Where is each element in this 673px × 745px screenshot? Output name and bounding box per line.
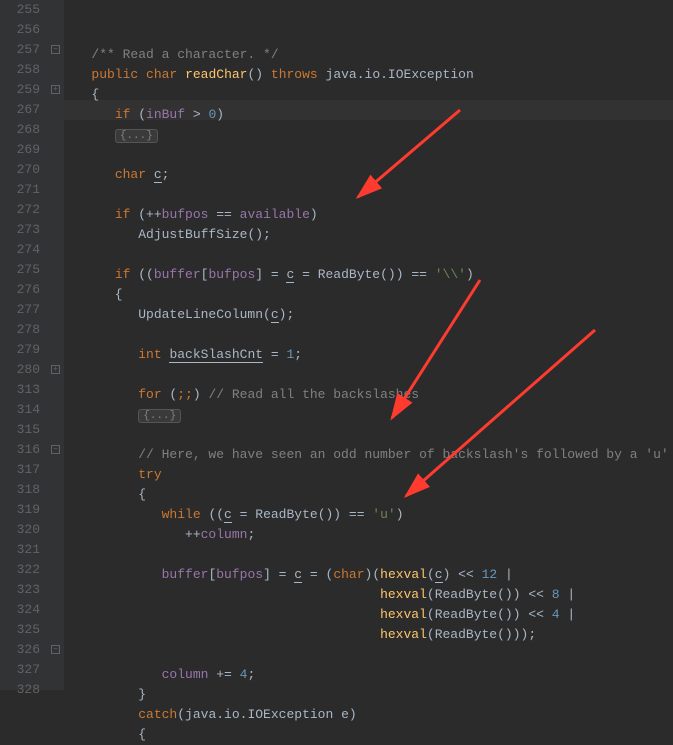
line-number: 325 <box>14 620 40 640</box>
line-number: 276 <box>14 280 40 300</box>
code-line[interactable]: { <box>68 485 673 505</box>
line-number: 257 <box>14 40 40 60</box>
folded-region[interactable]: {...} <box>115 129 158 143</box>
line-number: 323 <box>14 580 40 600</box>
line-number: 321 <box>14 540 40 560</box>
line-number: 317 <box>14 460 40 480</box>
line-number: 255 <box>14 0 40 20</box>
code-line[interactable] <box>68 325 673 345</box>
code-line[interactable]: try <box>68 465 673 485</box>
line-number: 313 <box>14 380 40 400</box>
code-line[interactable]: int backSlashCnt = 1; <box>68 345 673 365</box>
line-number: 258 <box>14 60 40 80</box>
code-line[interactable]: /** Read a character. */ <box>68 45 673 65</box>
code-line[interactable]: hexval(ReadByte()) << 8 | <box>68 585 673 605</box>
line-number: 271 <box>14 180 40 200</box>
code-line[interactable]: hexval(ReadByte()) << 4 | <box>68 605 673 625</box>
line-number: 318 <box>14 480 40 500</box>
line-number: 274 <box>14 240 40 260</box>
line-number: 277 <box>14 300 40 320</box>
line-number: 270 <box>14 160 40 180</box>
line-number: 315 <box>14 420 40 440</box>
code-line[interactable]: AdjustBuffSize(); <box>68 225 673 245</box>
fold-marker-minus-icon[interactable]: − <box>51 45 60 54</box>
code-line[interactable]: {...} <box>68 125 673 145</box>
code-line[interactable]: { <box>68 725 673 745</box>
code-line[interactable]: public char readChar() throws java.io.IO… <box>68 65 673 85</box>
code-line[interactable] <box>68 645 673 665</box>
code-line[interactable]: // Here, we have seen an odd number of b… <box>68 445 673 465</box>
line-number: 316 <box>14 440 40 460</box>
line-number: 322 <box>14 560 40 580</box>
folded-region[interactable]: {...} <box>138 409 181 423</box>
line-number: 256 <box>14 20 40 40</box>
line-number: 267 <box>14 100 40 120</box>
line-number: 259 <box>14 80 40 100</box>
code-line[interactable]: if (++bufpos == available) <box>68 205 673 225</box>
line-number: 269 <box>14 140 40 160</box>
code-line[interactable]: char c; <box>68 165 673 185</box>
line-number: 275 <box>14 260 40 280</box>
code-area[interactable]: /** Read a character. */ public char rea… <box>64 0 673 690</box>
line-number: 328 <box>14 680 40 700</box>
line-number: 279 <box>14 340 40 360</box>
code-line[interactable]: ++column; <box>68 525 673 545</box>
code-line[interactable]: catch(java.io.IOException e) <box>68 705 673 725</box>
fold-marker-plus-icon[interactable]: + <box>51 85 60 94</box>
code-line[interactable]: {...} <box>68 405 673 425</box>
code-line[interactable]: UpdateLineColumn(c); <box>68 305 673 325</box>
code-line[interactable]: { <box>68 285 673 305</box>
code-line[interactable]: while ((c = ReadByte()) == 'u') <box>68 505 673 525</box>
line-number: 268 <box>14 120 40 140</box>
line-number: 324 <box>14 600 40 620</box>
line-number: 320 <box>14 520 40 540</box>
code-line[interactable] <box>68 145 673 165</box>
code-line[interactable]: if ((buffer[bufpos] = c = ReadByte()) ==… <box>68 265 673 285</box>
fold-marker-minus-icon[interactable]: − <box>51 445 60 454</box>
code-line[interactable]: { <box>68 85 673 105</box>
gutter: 2552562572582592672682692702712722732742… <box>0 0 48 690</box>
code-line[interactable]: buffer[bufpos] = c = (char)(hexval(c) <<… <box>68 565 673 585</box>
code-line[interactable] <box>68 365 673 385</box>
code-line[interactable] <box>68 545 673 565</box>
line-number: 314 <box>14 400 40 420</box>
line-number: 326 <box>14 640 40 660</box>
code-line[interactable] <box>68 185 673 205</box>
code-line[interactable] <box>68 245 673 265</box>
code-line[interactable]: column += 4; <box>68 665 673 685</box>
line-number: 280 <box>14 360 40 380</box>
code-line[interactable]: if (inBuf > 0) <box>68 105 673 125</box>
fold-marker-plus-icon[interactable]: + <box>51 365 60 374</box>
code-line[interactable]: for (;;) // Read all the backslashes <box>68 385 673 405</box>
code-line[interactable]: hexval(ReadByte())); <box>68 625 673 645</box>
line-number: 278 <box>14 320 40 340</box>
line-number: 272 <box>14 200 40 220</box>
line-number: 327 <box>14 660 40 680</box>
fold-column: − + + − − <box>48 0 64 690</box>
line-number: 273 <box>14 220 40 240</box>
code-line[interactable]: } <box>68 685 673 705</box>
line-number: 319 <box>14 500 40 520</box>
code-line[interactable] <box>68 425 673 445</box>
code-editor[interactable]: 2552562572582592672682692702712722732742… <box>0 0 673 690</box>
fold-marker-minus-icon[interactable]: − <box>51 645 60 654</box>
